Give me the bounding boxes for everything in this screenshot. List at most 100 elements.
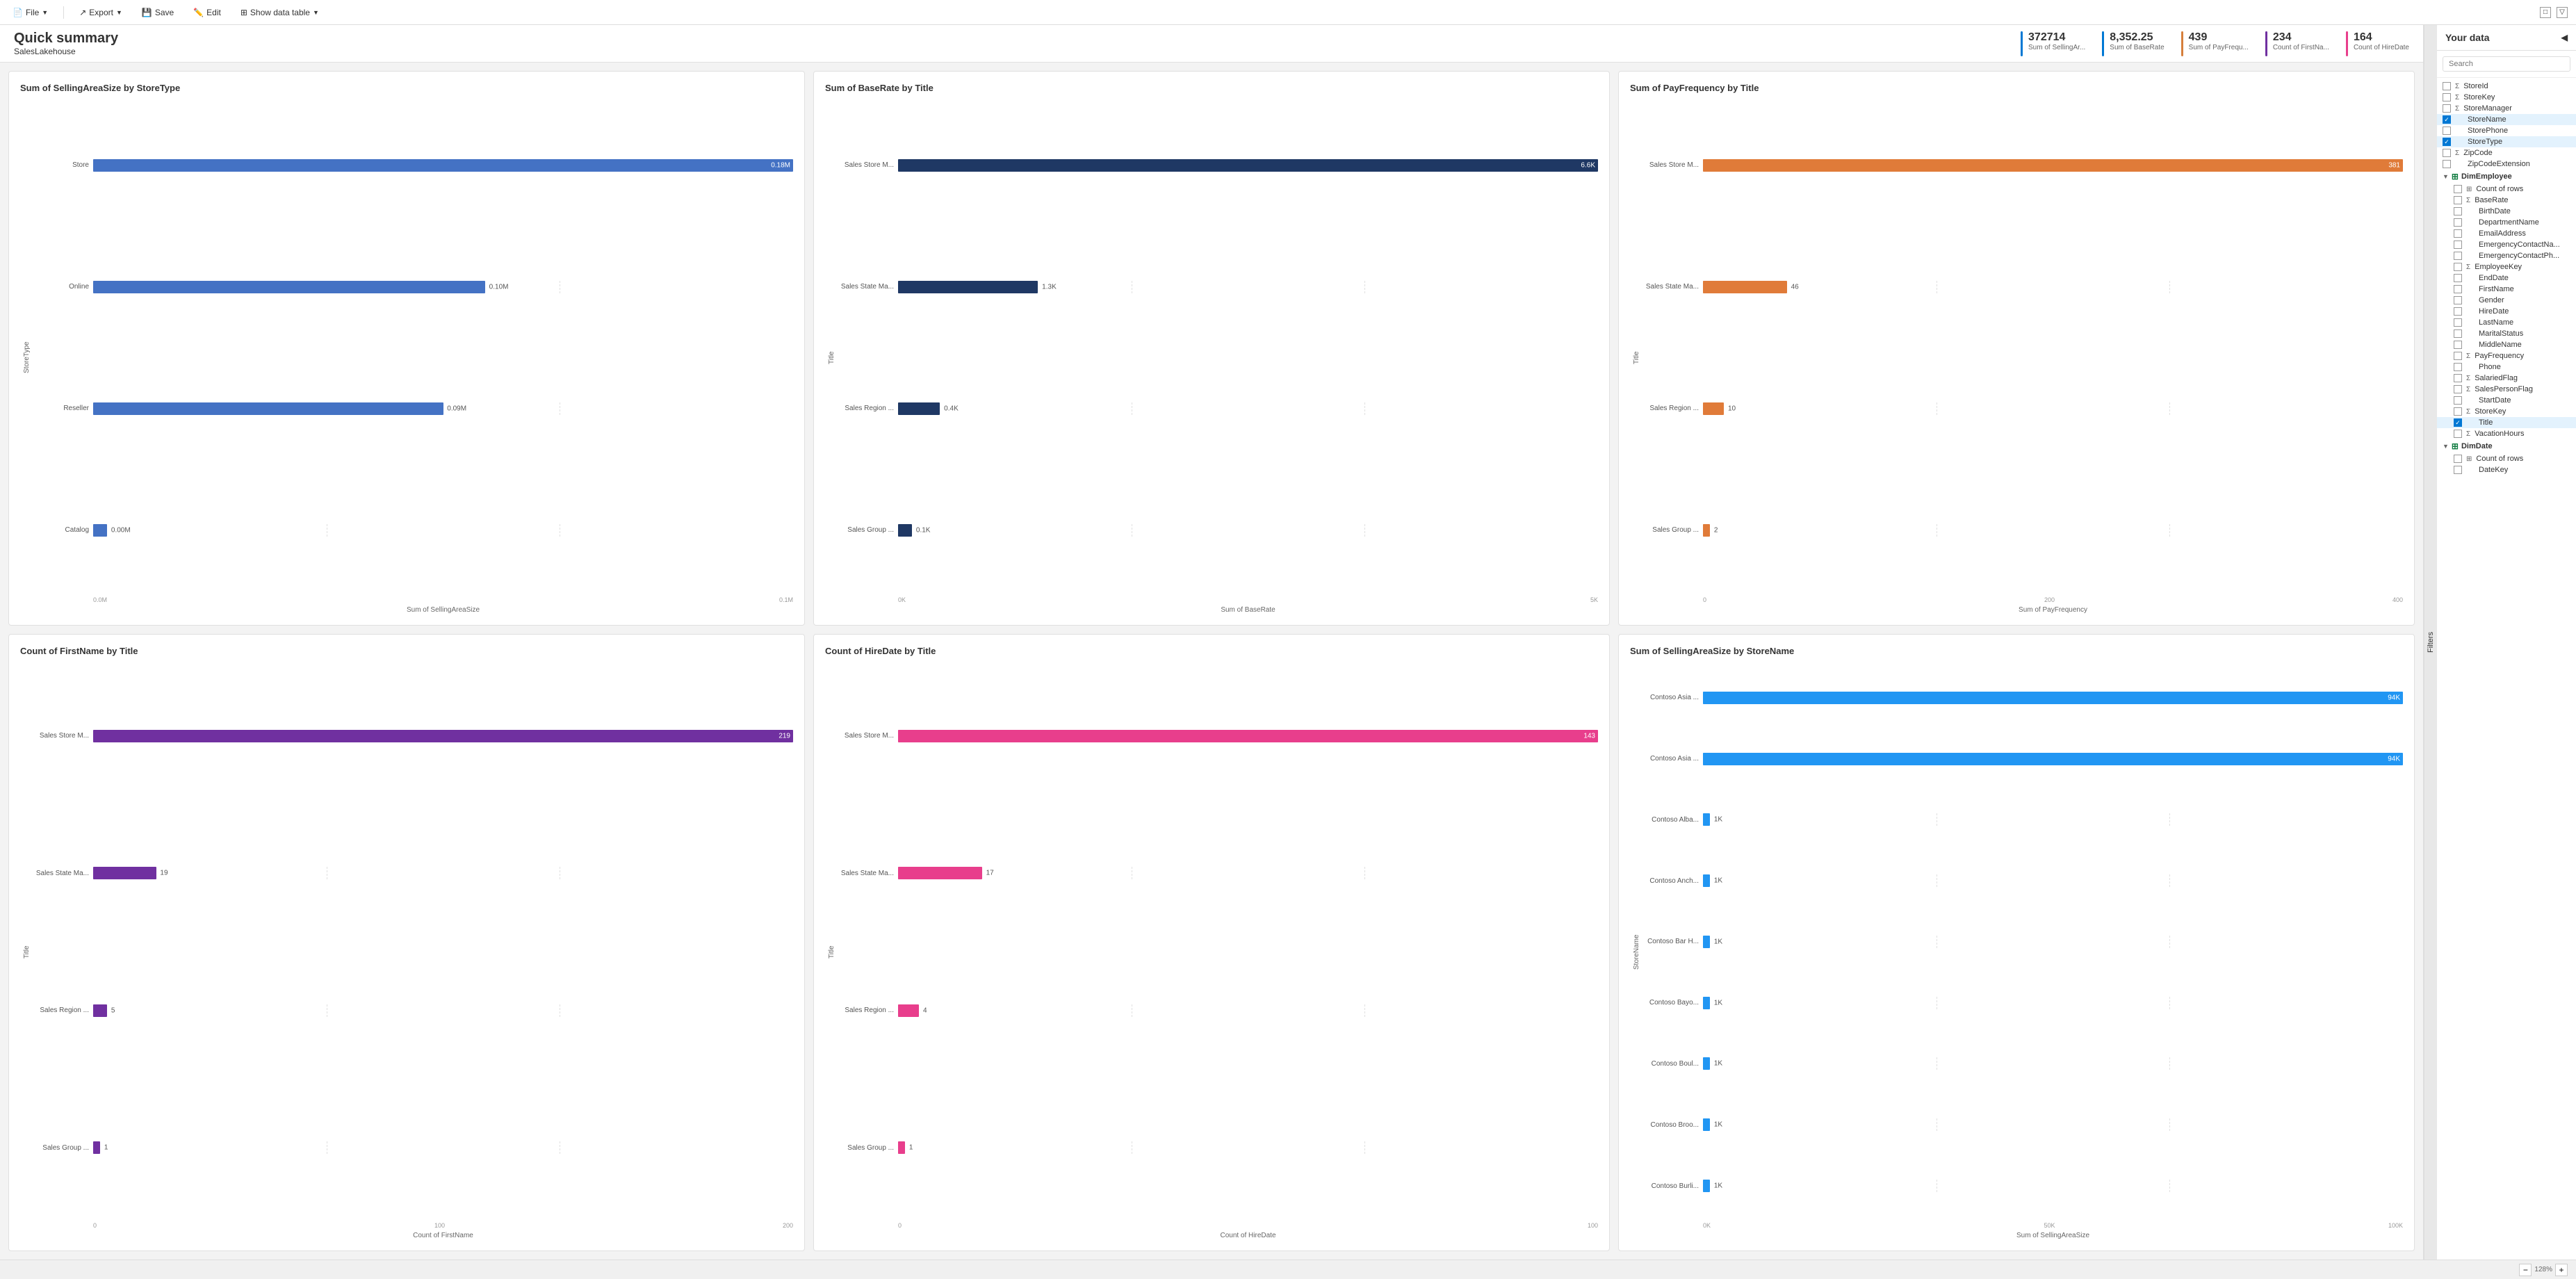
edit-button[interactable]: ✏️ Edit — [189, 6, 225, 19]
export-button[interactable]: ↗ Export ▼ — [75, 6, 127, 19]
zoom-in-button[interactable]: + — [2555, 1264, 2568, 1276]
file-menu[interactable]: 📄 File ▼ — [8, 6, 52, 19]
checkbox[interactable] — [2454, 385, 2462, 393]
tree-item-storeid[interactable]: Σ StoreId — [2437, 81, 2576, 92]
checkbox[interactable]: ✓ — [2454, 418, 2462, 427]
tree-item-birthdate[interactable]: BirthDate — [2437, 206, 2576, 217]
checkbox[interactable] — [2443, 104, 2451, 113]
checkbox[interactable] — [2454, 341, 2462, 349]
tree-item-emergencycontactna..[interactable]: EmergencyContactNa... — [2437, 239, 2576, 250]
checkbox[interactable] — [2454, 307, 2462, 316]
tree-group-dimemployee[interactable]: ▼ ⊞ DimEmployee — [2437, 170, 2576, 184]
tree-item-storename[interactable]: ✓ StoreName — [2437, 114, 2576, 125]
tree-item-startdate[interactable]: StartDate — [2437, 395, 2576, 406]
checkbox[interactable] — [2454, 285, 2462, 293]
tree-item-vacationhours[interactable]: Σ VacationHours — [2437, 428, 2576, 439]
checkbox[interactable] — [2454, 363, 2462, 371]
checkbox[interactable]: ✓ — [2443, 115, 2451, 124]
bar-label: Store — [33, 161, 89, 169]
tree-item-gender[interactable]: Gender — [2437, 295, 2576, 306]
minimize-button[interactable]: □ — [2540, 7, 2551, 18]
tree-item-zipcode[interactable]: Σ ZipCode — [2437, 147, 2576, 158]
tree-item-salespersonflag[interactable]: Σ SalesPersonFlag — [2437, 384, 2576, 395]
tree-item-storemanager[interactable]: Σ StoreManager — [2437, 103, 2576, 114]
checkbox[interactable] — [2443, 93, 2451, 101]
tree-item-count-of-rows[interactable]: ⊞ Count of rows — [2437, 453, 2576, 464]
tree-item-storephone[interactable]: StorePhone — [2437, 125, 2576, 136]
tree-item-title[interactable]: ✓ Title — [2437, 417, 2576, 428]
bar-label: Sales Region ... — [1643, 405, 1699, 412]
bar-track: 10 — [1703, 402, 2403, 415]
checkbox[interactable] — [2443, 82, 2451, 90]
tree-item-storekey[interactable]: Σ StoreKey — [2437, 406, 2576, 417]
tree-item-storetype[interactable]: ✓ StoreType — [2437, 136, 2576, 147]
chart-body: Contoso Asia ... 94K Contoso Asia ... — [1643, 665, 2403, 1239]
bar-value: 19 — [158, 870, 168, 877]
checkbox[interactable] — [2454, 407, 2462, 416]
checkbox[interactable] — [2454, 466, 2462, 474]
export-label: Export — [89, 8, 113, 17]
save-button[interactable]: 💾 Save — [138, 6, 178, 19]
checkbox[interactable]: ✓ — [2443, 138, 2451, 146]
chart-title: Sum of PayFrequency by Title — [1630, 83, 2403, 93]
bar-chart: StoreType Store 0.18M — [20, 101, 793, 614]
checkbox[interactable] — [2454, 218, 2462, 227]
maximize-button[interactable]: ▽ — [2557, 7, 2568, 18]
tree-item-zipcodeextension[interactable]: ZipCodeExtension — [2437, 158, 2576, 170]
tree-item-payfrequency[interactable]: Σ PayFrequency — [2437, 350, 2576, 361]
checkbox[interactable] — [2454, 374, 2462, 382]
checkbox[interactable] — [2454, 207, 2462, 215]
bar-label: Contoso Burli... — [1643, 1182, 1699, 1190]
collapse-icon[interactable]: ◀ — [2561, 33, 2568, 42]
zoom-controls: − 128% + — [2519, 1264, 2568, 1276]
checkbox[interactable] — [2454, 185, 2462, 193]
tree-group-dimdate[interactable]: ▼ ⊞ DimDate — [2437, 439, 2576, 453]
search-input[interactable] — [2443, 56, 2570, 72]
bar-value: 1K — [1712, 877, 1722, 885]
checkbox[interactable] — [2454, 430, 2462, 438]
tree-item-departmentname[interactable]: DepartmentName — [2437, 217, 2576, 228]
checkbox[interactable] — [2454, 229, 2462, 238]
tree-item-phone[interactable]: Phone — [2437, 361, 2576, 373]
checkbox[interactable] — [2454, 252, 2462, 260]
tree-item-count-of-rows[interactable]: ⊞ Count of rows — [2437, 184, 2576, 195]
y-axis-label: Title — [825, 665, 838, 1239]
tree-item-employeekey[interactable]: Σ EmployeeKey — [2437, 261, 2576, 272]
tree-item-enddate[interactable]: EndDate — [2437, 272, 2576, 284]
tree-item-firstname[interactable]: FirstName — [2437, 284, 2576, 295]
y-axis-label: StoreName — [1630, 665, 1643, 1239]
checkbox[interactable] — [2454, 241, 2462, 249]
checkbox[interactable] — [2454, 352, 2462, 360]
tree-item-salariedflag[interactable]: Σ SalariedFlag — [2437, 373, 2576, 384]
tree-item-lastname[interactable]: LastName — [2437, 317, 2576, 328]
tree-item-datekey[interactable]: DateKey — [2437, 464, 2576, 475]
checkbox[interactable] — [2454, 455, 2462, 463]
tree-item-hiredate[interactable]: HireDate — [2437, 306, 2576, 317]
checkbox[interactable] — [2454, 396, 2462, 405]
checkbox[interactable] — [2443, 160, 2451, 168]
bar-label: Sales State Ma... — [33, 870, 89, 877]
checkbox[interactable] — [2454, 274, 2462, 282]
tree-item-emailaddress[interactable]: EmailAddress — [2437, 228, 2576, 239]
tree-item-emergencycontactph..[interactable]: EmergencyContactPh... — [2437, 250, 2576, 261]
tree-item-storekey[interactable]: Σ StoreKey — [2437, 92, 2576, 103]
tree-item-maritalstatus[interactable]: MaritalStatus — [2437, 328, 2576, 339]
checkbox[interactable] — [2454, 196, 2462, 204]
tree-item-label: ZipCode — [2463, 149, 2570, 157]
filters-tab[interactable]: Filters — [2424, 25, 2437, 1260]
checkbox[interactable] — [2454, 329, 2462, 338]
sigma-icon: Σ — [2455, 105, 2459, 113]
tree-item-label: EmailAddress — [2479, 229, 2570, 238]
checkbox[interactable] — [2454, 263, 2462, 271]
checkbox[interactable] — [2443, 149, 2451, 157]
tree-item-baserate[interactable]: Σ BaseRate — [2437, 195, 2576, 206]
bar-value: 1 — [102, 1144, 108, 1152]
show-data-table-button[interactable]: ⊞ Show data table ▼ — [236, 6, 323, 19]
tree-item-middlename[interactable]: MiddleName — [2437, 339, 2576, 350]
zoom-out-button[interactable]: − — [2519, 1264, 2532, 1276]
kpi-label: Sum of BaseRate — [2110, 44, 2164, 51]
checkbox[interactable] — [2443, 127, 2451, 135]
chart-card-chart4: Count of FirstName by Title Title Sales … — [8, 634, 805, 1251]
checkbox[interactable] — [2454, 296, 2462, 304]
checkbox[interactable] — [2454, 318, 2462, 327]
